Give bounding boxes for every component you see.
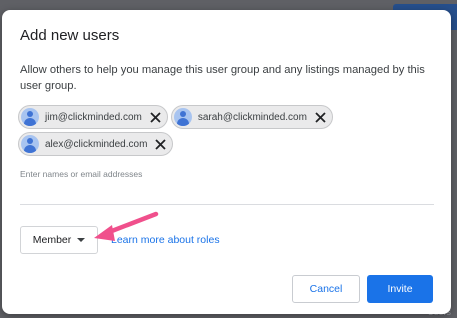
person-avatar-icon — [21, 108, 39, 126]
dialog-title: Add new users — [20, 27, 120, 44]
chip-email: jim@clickminded.com — [45, 111, 142, 123]
dialog-description: Allow others to help you manage this use… — [20, 64, 425, 92]
person-avatar-icon — [21, 135, 39, 153]
role-dropdown[interactable]: Member — [20, 226, 98, 254]
user-chip: jim@clickminded.com — [18, 105, 168, 129]
user-chip-list: jim@clickminded.com sarah@clickminded.co… — [18, 105, 348, 156]
input-underline — [20, 204, 434, 205]
close-icon[interactable] — [315, 111, 326, 123]
chip-email: sarah@clickminded.com — [197, 111, 307, 123]
close-icon[interactable] — [150, 111, 161, 123]
annotation-arrow-icon — [94, 211, 159, 241]
add-users-dialog: Add new users Allow others to help you m… — [2, 10, 451, 314]
cancel-button[interactable]: Cancel — [292, 275, 360, 303]
user-chip: alex@clickminded.com — [18, 132, 174, 156]
role-selected-value: Member — [32, 234, 72, 246]
user-chip: sarah@clickminded.com — [170, 105, 333, 129]
invite-button[interactable]: Invite — [367, 275, 433, 303]
email-input-placeholder[interactable]: Enter names or email addresses — [20, 169, 142, 179]
person-avatar-icon — [173, 108, 192, 126]
caret-down-icon — [77, 238, 86, 242]
close-icon[interactable] — [155, 138, 167, 150]
chip-email: alex@clickminded.com — [45, 138, 148, 150]
